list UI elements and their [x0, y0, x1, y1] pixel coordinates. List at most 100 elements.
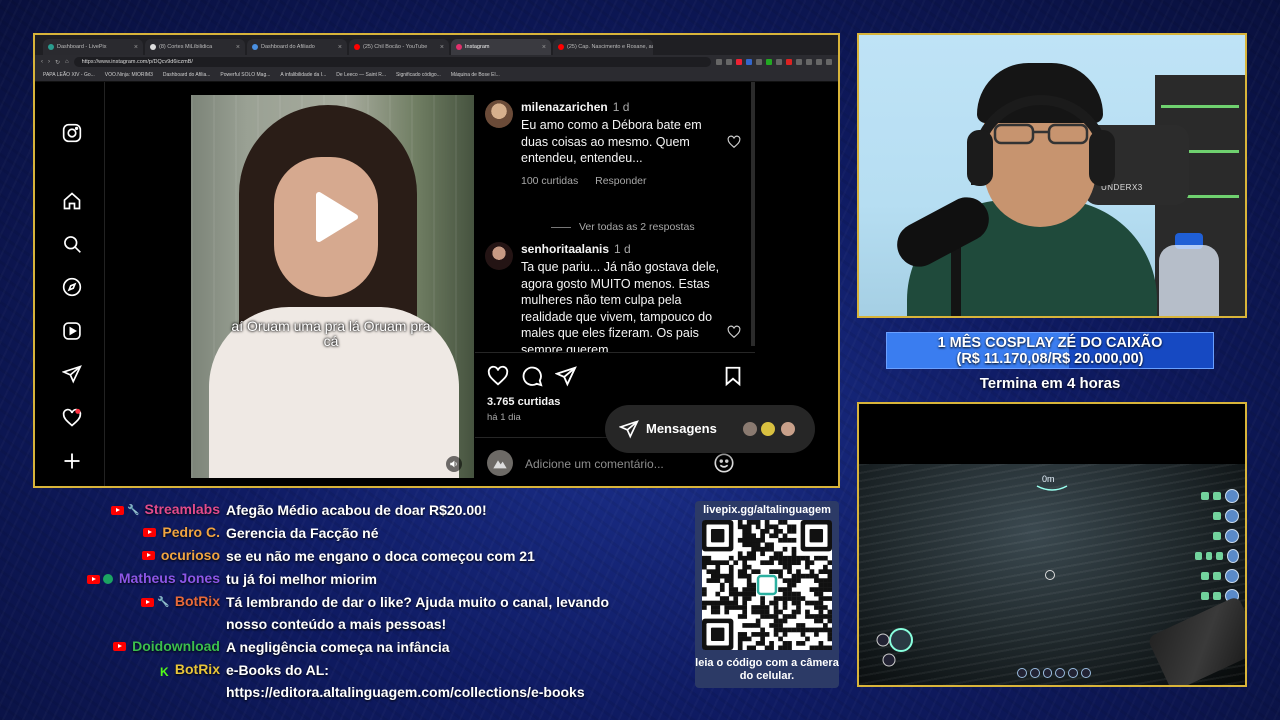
- qr-module: [715, 605, 721, 610]
- qr-module: [751, 537, 756, 543]
- browser-tab[interactable]: (8) Cortes MiLíbilidica ×: [145, 39, 245, 55]
- like-heart-icon[interactable]: [487, 365, 509, 387]
- headset-earcup: [967, 130, 993, 186]
- qr-module: [782, 600, 788, 606]
- volume-icon[interactable]: [446, 456, 462, 472]
- home-icon[interactable]: [61, 190, 83, 212]
- livepix-qr-panel: livepix.gg/altalinguagem leia o código c…: [695, 501, 839, 688]
- tab-close-icon[interactable]: ×: [440, 44, 444, 51]
- back-icon[interactable]: ‹: [41, 59, 43, 65]
- reel-video[interactable]: aí Oruam uma pra lá Oruam pra cá: [191, 95, 474, 478]
- qr-module: [715, 569, 721, 574]
- bookmark-item[interactable]: Powerful SOLO Mag...: [220, 72, 270, 78]
- qr-module: [791, 524, 797, 530]
- reply-link[interactable]: Responder: [595, 175, 646, 187]
- emoji-icon[interactable]: [713, 452, 735, 474]
- comment-bubble-icon[interactable]: [521, 365, 543, 387]
- goal-ends-text: Termina em 4 horas: [979, 375, 1121, 392]
- notifications-heart-icon[interactable]: [61, 407, 83, 429]
- create-plus-icon[interactable]: [61, 450, 83, 472]
- play-icon[interactable]: [303, 187, 363, 247]
- qr-module: [800, 596, 806, 601]
- view-replies-link[interactable]: Ver todas as 2 respostas: [551, 221, 695, 233]
- browser-tab[interactable]: Dashboard - LivePix ×: [43, 39, 143, 55]
- qr-module: [737, 524, 743, 530]
- kick-icon: K: [160, 665, 169, 679]
- qr-module: [746, 564, 752, 570]
- comment-username-text[interactable]: milenazarichen: [521, 100, 608, 114]
- qr-module: [742, 528, 748, 534]
- tab-label: Instagram: [465, 44, 490, 50]
- bookmark-item[interactable]: Significado código...: [396, 72, 441, 78]
- tab-close-icon[interactable]: ×: [134, 44, 138, 51]
- explore-icon[interactable]: [61, 276, 83, 298]
- bookmark-item[interactable]: De Leeco — Saint R...: [336, 72, 386, 78]
- qr-module: [773, 569, 779, 574]
- bookmark-item[interactable]: A infalibilidade da I...: [280, 72, 326, 78]
- qr-module: [755, 569, 761, 574]
- qr-module: [778, 551, 783, 557]
- messages-icon[interactable]: [61, 363, 83, 385]
- reels-icon[interactable]: [61, 320, 83, 342]
- qr-module: [746, 537, 752, 543]
- qr-module: [805, 600, 810, 606]
- add-comment-input[interactable]: Adicione um comentário...: [525, 457, 664, 471]
- home-icon[interactable]: ⌂: [65, 59, 69, 65]
- qr-module: [818, 645, 824, 651]
- comment-username[interactable]: senhoritaalanis 1 d: [521, 242, 631, 256]
- bookmark-item[interactable]: PAPA LEÃO XIV - Go...: [43, 72, 95, 78]
- post-actions: [487, 365, 745, 387]
- chat-username[interactable]: ocurioso: [0, 547, 220, 563]
- browser-tab[interactable]: Dashboard do Afiliado ×: [247, 39, 347, 55]
- qr-module: [782, 520, 788, 525]
- qr-module: [702, 587, 707, 592]
- qr-module: [742, 569, 748, 574]
- qr-module: [724, 600, 730, 606]
- share-send-icon[interactable]: [555, 365, 577, 387]
- search-icon[interactable]: [61, 233, 83, 255]
- save-bookmark-icon[interactable]: [722, 365, 744, 387]
- qr-module: [809, 645, 815, 651]
- browser-tab[interactable]: Instagram ×: [451, 39, 551, 55]
- moderator-wrench-icon: 🔧: [157, 597, 170, 608]
- chat-username[interactable]: Streamlabs: [0, 501, 220, 517]
- forward-icon[interactable]: ›: [48, 59, 50, 65]
- bookmark-item[interactable]: Dashboard do Afilia...: [163, 72, 211, 78]
- likes-count[interactable]: 3.765 curtidas: [487, 396, 560, 408]
- browser-tab[interactable]: (25) Cap. Nascimento e Rosane, aux×: [553, 39, 653, 55]
- comment-avatar[interactable]: [485, 100, 513, 128]
- qr-module: [791, 600, 797, 606]
- reload-icon[interactable]: ↻: [55, 59, 60, 66]
- qr-module: [787, 555, 792, 561]
- qr-module: [764, 542, 770, 548]
- messages-button[interactable]: Mensagens: [605, 405, 815, 453]
- comment-like-heart-icon[interactable]: [727, 135, 741, 149]
- qr-module: [760, 627, 765, 633]
- bookmark-item[interactable]: VOO.Ninja: MIORIM3: [105, 72, 153, 78]
- comment-username-text[interactable]: senhoritaalanis: [521, 242, 609, 256]
- qr-module: [728, 578, 734, 583]
- chat-username[interactable]: BotRix: [0, 593, 220, 609]
- qr-module: [742, 632, 748, 637]
- comment-avatar[interactable]: [485, 242, 513, 270]
- bookmark-item[interactable]: Máquina de Bose El...: [451, 72, 500, 78]
- qr-module: [702, 564, 707, 570]
- tab-close-icon[interactable]: ×: [542, 44, 546, 51]
- tab-close-icon[interactable]: ×: [338, 44, 342, 51]
- tab-close-icon[interactable]: ×: [236, 44, 240, 51]
- qr-module: [751, 520, 756, 525]
- instagram-logo-icon[interactable]: [61, 122, 83, 144]
- chat-username[interactable]: Pedro C.: [0, 524, 220, 540]
- comments-scrollbar[interactable]: [751, 82, 755, 346]
- url-field[interactable]: https://www.instagram.com/p/DQcv9d6iczmB…: [73, 57, 711, 67]
- chat-badges: [113, 642, 126, 651]
- comment-likes[interactable]: 100 curtidas: [521, 175, 578, 187]
- qr-module: [796, 641, 801, 646]
- comment-like-heart-icon[interactable]: [727, 325, 741, 339]
- chat-username[interactable]: BotRix: [0, 661, 220, 677]
- browser-tab[interactable]: (25) Chil Bocão - YouTube ×: [349, 39, 449, 55]
- qr-module: [742, 600, 748, 606]
- comment-username[interactable]: milenazarichen 1 d: [521, 100, 629, 114]
- qr-module: [787, 645, 792, 651]
- chat-username[interactable]: Doidownload: [0, 638, 220, 654]
